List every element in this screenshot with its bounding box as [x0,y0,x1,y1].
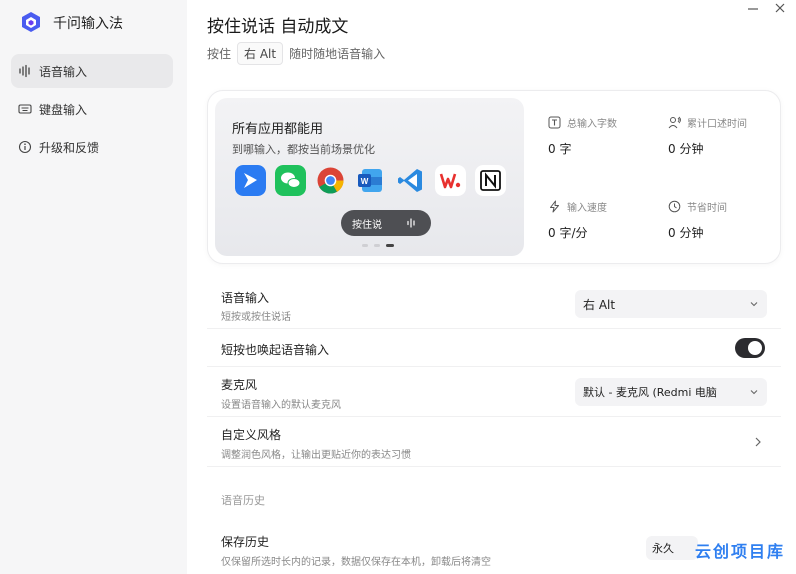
setting-title: 语音输入 [221,291,270,305]
apps-promo-card: 所有应用都能用 到哪输入，都按当前场景优化 W 按住说 [215,98,524,256]
stat-value: 0 分钟 [668,226,704,240]
stat-value: 0 字 [548,142,572,156]
sidebar-item-voice-input[interactable]: 语音输入 [11,54,173,88]
ptt-label: 按住说 [352,219,382,231]
select-value: 默认 - 麦克风 (Redmi 电脑 [583,386,717,399]
app-name: 千问输入法 [53,16,123,32]
microphone-select[interactable]: 默认 - 麦克风 (Redmi 电脑 [575,378,767,406]
subtitle-suffix: 随时随地语音输入 [289,47,386,61]
select-value: 右 Alt [583,297,616,312]
wps-icon [435,165,466,196]
subtitle-prefix: 按住 [207,47,232,61]
promo-subheading: 到哪输入，都按当前场景优化 [232,143,375,156]
carousel-dot[interactable] [362,244,368,247]
stat-dictation-time: 累计口述时间 0 分钟 [668,115,778,157]
main-panel: 按住说话 自动成文 按住 右 Alt 随时随地语音输入 所有应用都能用 到哪输入… [187,0,796,574]
vscode-icon [398,169,422,192]
setting-voice-input: 语音输入 短按或按住说话 右 Alt [207,280,781,329]
speaker-icon [668,116,681,129]
svg-text:W: W [361,177,369,186]
setting-desc: 仅保留所选时长内的记录，数据仅保存在本机，卸载后将清空 [221,557,491,568]
stat-label: 总输入字数 [567,119,617,130]
setting-desc: 调整润色风格，让输出更贴近你的表达习惯 [221,450,411,461]
sidebar-item-label: 键盘输入 [39,102,88,117]
setting-custom-style[interactable]: 自定义风格 调整润色风格，让输出更贴近你的表达习惯 [207,417,781,467]
word-icon: W [358,169,382,192]
sidebar-item-label: 语音输入 [39,64,88,79]
setting-title: 自定义风格 [221,428,282,442]
stat-value: 0 分钟 [668,142,704,156]
stat-value: 0 字/分 [548,226,588,240]
close-icon[interactable] [772,1,788,15]
history-duration-select[interactable]: 永久 [646,536,698,560]
setting-title: 短按也唤起语音输入 [221,343,330,357]
keyboard-icon [18,104,32,114]
watermark: 云创项目库 [695,542,786,561]
carousel-dots [362,244,400,247]
qianwen-logo-icon [22,12,40,32]
clock-icon [668,200,681,213]
sidebar-item-upgrade-feedback[interactable]: 升级和反馈 [11,130,173,164]
carousel-dot-active[interactable] [386,244,394,247]
setting-desc: 设置语音输入的默认麦克风 [221,400,341,411]
setting-microphone: 麦克风 设置语音输入的默认麦克风 默认 - 麦克风 (Redmi 电脑 [207,367,781,417]
feishu-icon [235,165,266,196]
sidebar-item-label: 升级和反馈 [39,140,100,155]
page-title: 按住说话 自动成文 [207,17,349,37]
stat-time-saved: 节省时间 0 分钟 [668,199,778,241]
stat-input-speed: 输入速度 0 字/分 [548,199,658,241]
hotkey-badge: 右 Alt [237,42,284,65]
setting-title: 麦克风 [221,378,258,392]
info-icon [18,140,32,154]
short-press-toggle[interactable] [735,338,765,358]
push-to-talk-button[interactable]: 按住说 [341,210,431,236]
chrome-icon [317,167,344,194]
setting-title: 保存历史 [221,535,270,549]
text-icon [548,116,561,129]
carousel-dot[interactable] [374,244,380,247]
stat-label: 累计口述时间 [687,119,747,130]
chevron-right-icon [755,437,761,447]
stat-label: 节省时间 [687,203,727,214]
page-subtitle: 按住 右 Alt 随时随地语音输入 [207,42,385,65]
overview-card: 所有应用都能用 到哪输入，都按当前场景优化 W 按住说 总输入字数 0 字 累计… [207,90,781,264]
wechat-icon [275,165,306,196]
chevron-down-icon [750,390,758,395]
chevron-down-icon [750,302,758,307]
lightning-icon [550,200,559,213]
notion-icon [475,165,506,196]
setting-short-press: 短按也唤起语音输入 [207,329,781,367]
voice-wave-icon [407,218,415,228]
voice-hotkey-select[interactable]: 右 Alt [575,290,767,318]
voice-wave-icon [19,64,30,78]
sidebar: 千问输入法 语音输入 键盘输入 升级和反馈 [0,0,187,574]
section-voice-history: 语音历史 [221,494,265,507]
app-icons: W [235,165,515,196]
promo-heading: 所有应用都能用 [232,122,324,137]
sidebar-item-keyboard-input[interactable]: 键盘输入 [11,92,173,126]
setting-desc: 短按或按住说话 [221,312,291,323]
select-value: 永久 [652,542,674,555]
sidebar-nav: 语音输入 键盘输入 升级和反馈 [11,54,173,168]
stat-total-chars: 总输入字数 0 字 [548,115,658,157]
stat-label: 输入速度 [567,203,607,214]
brand: 千问输入法 [18,10,123,36]
minimize-icon[interactable] [745,2,761,16]
